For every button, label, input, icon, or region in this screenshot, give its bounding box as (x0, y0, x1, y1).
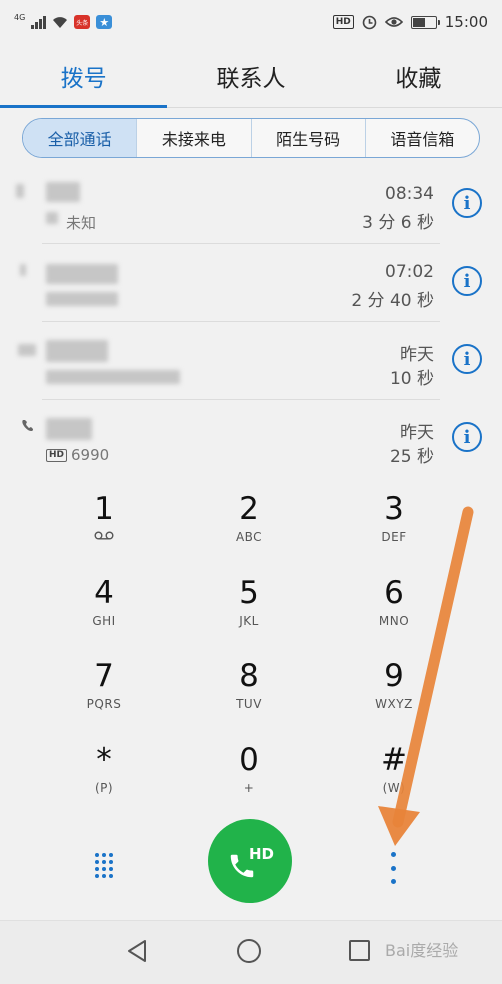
key-4[interactable]: 4 GHI (34, 560, 174, 640)
battery-icon (410, 15, 440, 29)
key-star[interactable]: * (P) (34, 727, 174, 807)
call-duration: 2 分 40 秒 (351, 291, 434, 311)
network-type: 4G (14, 12, 26, 22)
call-details-icon[interactable]: i (452, 422, 482, 452)
call-time: 昨天 (400, 423, 434, 443)
key-9[interactable]: 9 WXYZ (324, 643, 464, 723)
redacted-contact-name (46, 418, 92, 440)
hd-voice-icon: HD (332, 15, 354, 29)
hd-label: HD (248, 845, 274, 863)
dialpad-icon[interactable] (90, 852, 118, 880)
key-8[interactable]: 8 TUV (179, 643, 319, 723)
tab-contacts[interactable]: 联系人 (167, 44, 334, 107)
redacted-sim-icon (46, 212, 58, 224)
call-type-icon (20, 264, 26, 276)
key-letters: + (243, 781, 255, 795)
star-app-icon: ★ (96, 15, 113, 29)
system-nav-bar: Bai度经验 (0, 920, 502, 984)
call-time: 昨天 (400, 345, 434, 365)
key-letters: DEF (381, 530, 407, 544)
eye-comfort-icon (384, 17, 403, 27)
key-letters: TUV (236, 697, 262, 711)
call-log-list: 未知 08:34 3 分 6 秒 i 07:02 2 分 40 秒 i 昨天 1… (0, 166, 502, 474)
redacted-call-subtitle (46, 292, 118, 306)
clock: 15:00 (444, 13, 488, 31)
redacted-contact-name (46, 182, 80, 202)
incoming-call-icon (22, 420, 33, 431)
key-digit: 6 (384, 575, 404, 611)
key-5[interactable]: 5 JKL (179, 560, 319, 640)
key-digit: 3 (384, 491, 404, 527)
filter-missed-calls[interactable]: 未接来电 (137, 119, 252, 157)
call-type-icon (18, 344, 36, 356)
call-log-row[interactable]: 07:02 2 分 40 秒 i (0, 244, 502, 322)
dialpad: 1 2 ABC 3 DEF 4 GHI 5 JKL 6 MNO 7 PQRS 8… (0, 476, 502, 812)
back-icon[interactable] (126, 939, 148, 963)
key-6[interactable]: 6 MNO (324, 560, 464, 640)
recents-icon[interactable] (349, 940, 370, 961)
key-digit: 8 (239, 658, 259, 694)
filter-voicemail[interactable]: 语音信箱 (366, 119, 479, 157)
call-log-row[interactable]: 未知 08:34 3 分 6 秒 i (0, 166, 502, 244)
home-icon[interactable] (237, 939, 261, 963)
tab-favorites[interactable]: 收藏 (335, 44, 502, 107)
call-log-row[interactable]: HD 6990 昨天 25 秒 i (0, 400, 502, 478)
partial-number: 6990 (71, 446, 110, 464)
key-digit: 1 (94, 491, 114, 527)
key-letters: GHI (92, 614, 116, 628)
key-digit: 9 (384, 658, 404, 694)
key-letters: (P) (94, 781, 114, 795)
call-location: 未知 (66, 214, 97, 232)
key-digit: 0 (239, 742, 259, 778)
key-letters: PQRS (86, 697, 122, 711)
key-digit: * (96, 742, 112, 778)
call-filter-segmented: 全部通话 未接来电 陌生号码 语音信箱 (22, 118, 480, 158)
filter-unknown-numbers[interactable]: 陌生号码 (252, 119, 366, 157)
redacted-call-subtitle (46, 370, 180, 384)
filter-all-calls[interactable]: 全部通话 (23, 119, 138, 157)
hd-call-icon: HD (46, 448, 68, 462)
call-time: 08:34 (385, 184, 434, 204)
redacted-contact-name (46, 340, 108, 362)
status-bar: 4G 头条 ★ HD 15:00 (0, 0, 502, 44)
news-app-icon: 头条 (74, 15, 91, 29)
tab-dialer[interactable]: 拨号 (0, 44, 168, 108)
call-duration: 25 秒 (389, 447, 434, 467)
key-letters: ABC (235, 530, 263, 544)
key-7[interactable]: 7 PQRS (34, 643, 174, 723)
call-type-icon (16, 184, 24, 198)
watermark: Bai度经验 (385, 941, 459, 960)
key-digit: 7 (94, 658, 114, 694)
key-letters: WXYZ (375, 697, 413, 711)
call-number-line: HD 6990 (46, 446, 109, 464)
redacted-contact-name (46, 264, 118, 284)
key-digit: 2 (239, 491, 259, 527)
more-vertical-icon[interactable] (382, 852, 404, 884)
call-details-icon[interactable]: i (452, 188, 482, 218)
key-letters: (W) (382, 781, 406, 795)
call-duration: 10 秒 (389, 369, 434, 389)
call-log-row[interactable]: 昨天 10 秒 i (0, 322, 502, 400)
wifi-icon (53, 16, 68, 28)
key-digit: 4 (94, 575, 114, 611)
key-digit: # (381, 742, 407, 778)
key-hash[interactable]: # (W) (324, 727, 464, 807)
call-duration: 3 分 6 秒 (362, 213, 434, 233)
key-0[interactable]: 0 + (179, 727, 319, 807)
call-time: 07:02 (385, 262, 434, 282)
alarm-icon (362, 15, 377, 29)
voicemail-icon (94, 531, 114, 540)
key-1[interactable]: 1 (34, 476, 174, 556)
call-details-icon[interactable]: i (452, 344, 482, 374)
key-3[interactable]: 3 DEF (324, 476, 464, 556)
key-digit: 5 (239, 575, 259, 611)
call-button[interactable]: HD (208, 819, 292, 903)
key-2[interactable]: 2 ABC (179, 476, 319, 556)
key-letters: JKL (239, 614, 259, 628)
signal-icon (31, 15, 47, 29)
call-details-icon[interactable]: i (452, 266, 482, 296)
key-letters: MNO (378, 614, 410, 628)
main-tabs: 拨号 联系人 收藏 (0, 44, 502, 108)
